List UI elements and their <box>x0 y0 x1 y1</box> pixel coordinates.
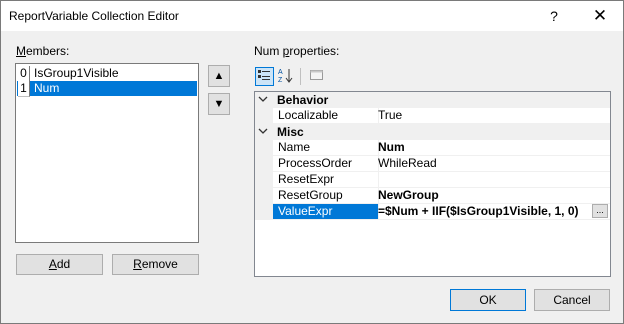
chevron-down-icon[interactable] <box>258 124 268 141</box>
property-name: ResetGroup <box>273 188 379 203</box>
row-gutter <box>255 188 273 204</box>
property-row[interactable]: Name Num <box>255 140 610 156</box>
member-index: 1 <box>18 81 30 97</box>
category-behavior[interactable]: Behavior <box>255 92 610 108</box>
arrow-down-icon: ▼ <box>213 98 225 110</box>
chevron-down-icon[interactable] <box>258 92 268 109</box>
property-name: ValueExpr <box>273 204 379 219</box>
row-gutter <box>255 156 273 172</box>
property-row[interactable]: ResetExpr <box>255 172 610 188</box>
property-grid[interactable]: Behavior Localizable True Misc Name Num … <box>254 91 611 277</box>
categorized-view-button[interactable] <box>255 67 274 86</box>
property-value[interactable]: Num <box>374 140 405 155</box>
property-row-selected[interactable]: ValueExpr =$Num + IIF($IsGroup1Visible, … <box>255 204 610 220</box>
close-button[interactable]: ✕ <box>577 1 623 31</box>
property-row[interactable]: ProcessOrder WhileRead <box>255 156 610 172</box>
property-pages-icon <box>310 70 323 80</box>
category-label: Misc <box>277 125 304 139</box>
arrow-up-icon: ▲ <box>213 70 225 82</box>
remove-button[interactable]: Remove <box>112 254 199 275</box>
sort-az-icon: A Z <box>278 69 293 84</box>
alphabetical-view-button[interactable]: A Z <box>276 67 295 86</box>
member-name: IsGroup1Visible <box>34 66 119 80</box>
row-gutter <box>255 204 273 220</box>
property-value-editor[interactable]: =$Num + IIF($IsGroup1Visible, 1, 0) <box>374 204 588 219</box>
property-row[interactable]: ResetGroup NewGroup <box>255 188 610 204</box>
members-list[interactable]: 0 IsGroup1Visible 1 Num <box>15 63 199 243</box>
collection-editor-dialog: ReportVariable Collection Editor ? ✕ Mem… <box>0 0 624 324</box>
row-gutter <box>255 140 273 156</box>
list-item[interactable]: 0 IsGroup1Visible <box>17 66 197 82</box>
categorized-icon <box>258 70 270 80</box>
cancel-button[interactable]: Cancel <box>534 289 610 311</box>
property-name: ResetExpr <box>273 172 379 187</box>
property-row[interactable]: Localizable True <box>255 108 610 124</box>
property-name: Localizable <box>273 108 379 123</box>
ok-button[interactable]: OK <box>450 289 526 311</box>
properties-label: Num properties: <box>254 44 340 58</box>
property-value[interactable] <box>374 172 378 187</box>
move-down-button[interactable]: ▼ <box>208 93 230 115</box>
member-name: Num <box>34 81 60 95</box>
toolbar-separator <box>300 68 301 85</box>
ellipsis-button[interactable]: ... <box>592 204 608 218</box>
svg-text:A: A <box>278 69 283 76</box>
move-up-button[interactable]: ▲ <box>208 65 230 87</box>
member-index: 0 <box>18 66 30 82</box>
property-value[interactable]: NewGroup <box>374 188 439 203</box>
property-name: Name <box>273 140 379 155</box>
property-pages-button[interactable] <box>307 67 326 86</box>
row-gutter <box>255 108 273 124</box>
property-value[interactable]: True <box>374 108 402 123</box>
help-button[interactable]: ? <box>531 1 577 31</box>
members-label: Members: <box>16 44 70 58</box>
svg-text:Z: Z <box>278 77 283 84</box>
window-title: ReportVariable Collection Editor <box>9 9 179 23</box>
list-item[interactable]: 1 Num <box>17 81 197 97</box>
property-value[interactable]: WhileRead <box>374 156 437 171</box>
category-label: Behavior <box>277 93 329 107</box>
title-bar: ReportVariable Collection Editor ? ✕ <box>1 1 623 31</box>
category-misc[interactable]: Misc <box>255 124 610 140</box>
row-gutter <box>255 172 273 188</box>
property-name: ProcessOrder <box>273 156 379 171</box>
add-button[interactable]: Add <box>16 254 103 275</box>
